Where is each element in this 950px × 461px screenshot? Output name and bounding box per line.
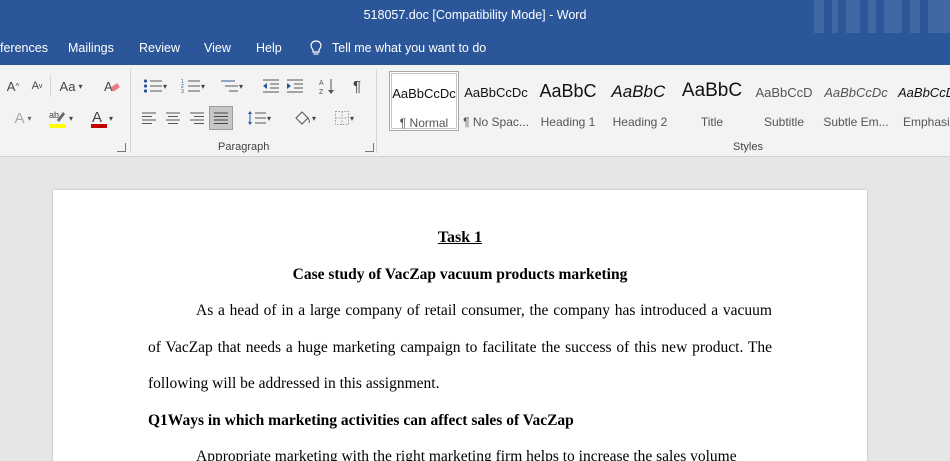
justify-icon[interactable]: [209, 106, 233, 130]
align-left-icon[interactable]: [138, 107, 160, 129]
borders-button[interactable]: ▾: [326, 107, 362, 129]
q1-heading: Q1Ways in which marketing activities can…: [148, 411, 574, 429]
style-subtle-emphasis[interactable]: AaBbCcDc Subtle Em...: [821, 71, 891, 131]
align-center-icon[interactable]: [162, 107, 184, 129]
style-heading-2[interactable]: AaBbC Heading 2: [605, 71, 675, 131]
clear-formatting-icon[interactable]: A: [102, 76, 122, 96]
grow-font-button[interactable]: A ^: [4, 77, 22, 95]
svg-text:Z: Z: [319, 89, 324, 95]
shading-button[interactable]: ▾: [286, 107, 322, 129]
style-no-spacing[interactable]: AaBbCcDc ¶ No Spac...: [461, 71, 531, 131]
tab-help[interactable]: Help: [256, 41, 282, 55]
svg-text:A: A: [92, 109, 102, 126]
intro-paragraph: As a head of in a large company of retai…: [148, 302, 772, 392]
task-title: Task 1: [437, 229, 483, 246]
styles-group-label: Styles: [733, 141, 763, 153]
chevron-down-icon: ▾: [238, 81, 243, 91]
ribbon: A ^ Av Aa ▾ A A ▾ ab ▾ A ▾ ▾ 123 ▾ ▾ AZ ¶: [0, 65, 950, 157]
align-right-icon[interactable]: [186, 107, 208, 129]
show-formatting-marks-icon[interactable]: ¶: [346, 75, 368, 97]
divider: [50, 75, 51, 97]
style-emphasis[interactable]: AaBbCcDc Emphasis: [893, 71, 950, 131]
change-case-button[interactable]: Aa ▾: [56, 77, 86, 95]
document-body[interactable]: Task 1 Case study of VacZap vacuum produ…: [148, 220, 772, 461]
sort-icon[interactable]: AZ: [316, 75, 338, 97]
numbering-button[interactable]: 123 ▾: [176, 75, 210, 97]
document-page[interactable]: Task 1 Case study of VacZap vacuum produ…: [53, 190, 867, 461]
line-spacing-button[interactable]: ▾: [242, 107, 276, 129]
increase-indent-icon[interactable]: [284, 75, 306, 97]
multilevel-list-button[interactable]: ▾: [214, 75, 248, 97]
paragraph-dialog-launcher[interactable]: [365, 143, 374, 152]
title-bar-decoration: [810, 0, 950, 33]
svg-text:3: 3: [181, 89, 184, 94]
chevron-down-icon: ▾: [68, 113, 73, 123]
tell-me-search[interactable]: Tell me what you want to do: [310, 40, 486, 56]
chevron-down-icon: ▾: [266, 113, 271, 123]
ribbon-tabs: ferences Mailings Review View Help Tell …: [0, 33, 950, 65]
svg-text:ab: ab: [49, 110, 59, 120]
svg-text:A: A: [319, 80, 324, 87]
tab-view[interactable]: View: [204, 41, 231, 55]
styles-gallery: AaBbCcDc ¶ Normal AaBbCcDc ¶ No Spac... …: [386, 71, 950, 133]
style-heading-1[interactable]: AaBbC Heading 1: [533, 71, 603, 131]
chevron-down-icon: ▾: [200, 81, 205, 91]
tab-mailings[interactable]: Mailings: [68, 41, 114, 55]
font-color-button[interactable]: A ▾: [84, 107, 118, 129]
document-canvas[interactable]: Task 1 Case study of VacZap vacuum produ…: [0, 158, 950, 461]
chevron-down-icon: ▾: [78, 81, 83, 91]
style-normal[interactable]: AaBbCcDc ¶ Normal: [389, 71, 459, 131]
bullets-button[interactable]: ▾: [138, 75, 172, 97]
font-dialog-launcher[interactable]: [117, 143, 126, 152]
style-subtitle[interactable]: AaBbCcD Subtitle: [749, 71, 819, 131]
chevron-down-icon: ▾: [108, 113, 113, 123]
tell-me-placeholder: Tell me what you want to do: [332, 41, 487, 55]
tab-review[interactable]: Review: [139, 41, 180, 55]
shrink-font-button[interactable]: Av: [28, 77, 46, 95]
decrease-indent-icon[interactable]: [260, 75, 282, 97]
chevron-down-icon: ▾: [162, 81, 167, 91]
svg-text:A: A: [104, 79, 113, 94]
highlight-color-button[interactable]: ab ▾: [44, 107, 76, 129]
paragraph-group-label: Paragraph: [218, 141, 270, 153]
style-title[interactable]: AaBbC Title: [677, 71, 747, 131]
lightbulb-icon: [310, 40, 322, 56]
q1-paragraph: Appropriate marketing with the right mar…: [196, 448, 737, 461]
chevron-down-icon: ▾: [311, 113, 316, 123]
title-bar: 518057.doc [Compatibility Mode] - Word: [0, 0, 950, 33]
group-divider: [130, 69, 131, 153]
chevron-down-icon: ▾: [349, 113, 354, 123]
case-study-subtitle: Case study of VacZap vacuum products mar…: [292, 265, 628, 283]
tab-references[interactable]: ferences: [0, 41, 48, 55]
window-title: 518057.doc [Compatibility Mode] - Word: [363, 8, 587, 22]
text-effects-button[interactable]: A ▾: [8, 109, 38, 127]
chevron-down-icon: ▾: [27, 113, 32, 123]
group-divider: [376, 69, 377, 153]
